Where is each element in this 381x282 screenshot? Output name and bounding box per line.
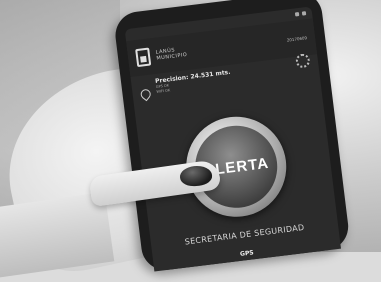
- logo-text: LANÚS MUNICIPIO: [155, 46, 187, 61]
- phone-screen: LANÚS MUNICIPIO 20170609 Precision: 24.5…: [124, 6, 341, 272]
- smartphone: LANÚS MUNICIPIO 20170609 Precision: 24.5…: [112, 0, 351, 273]
- battery-icon: [301, 11, 307, 16]
- signal-icon: [294, 11, 300, 17]
- header-code: 20170609: [286, 34, 308, 43]
- map-pin-icon: [138, 87, 153, 102]
- municipio-logo-icon: [135, 47, 152, 68]
- gear-icon[interactable]: [295, 53, 311, 69]
